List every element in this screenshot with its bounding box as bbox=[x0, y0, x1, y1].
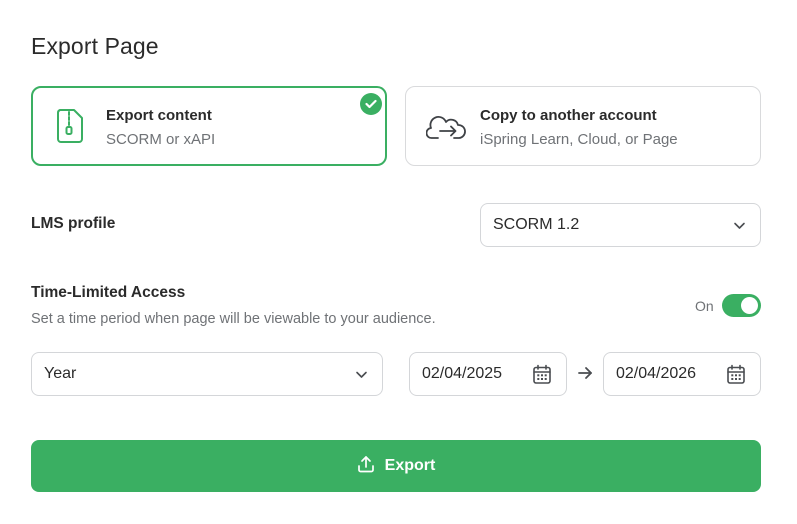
export-page-dialog: Export Page Export content SCORM or xAPI bbox=[0, 0, 797, 524]
option-title: Copy to another account bbox=[480, 107, 657, 124]
calendar-icon[interactable] bbox=[532, 364, 552, 390]
end-date-value: 02/04/2026 bbox=[616, 365, 697, 382]
time-limited-access-title: Time-Limited Access bbox=[31, 284, 186, 301]
upload-icon bbox=[357, 455, 375, 478]
copy-to-account-option[interactable]: Copy to another account iSpring Learn, C… bbox=[405, 86, 761, 166]
export-content-option[interactable]: Export content SCORM or xAPI bbox=[31, 86, 387, 166]
period-select[interactable]: Year bbox=[31, 352, 383, 396]
start-date-input[interactable]: 02/04/2025 bbox=[409, 352, 567, 396]
check-icon bbox=[360, 93, 382, 115]
chevron-down-icon bbox=[355, 368, 368, 386]
zip-file-icon bbox=[55, 108, 85, 149]
calendar-icon[interactable] bbox=[726, 364, 746, 390]
chevron-down-icon bbox=[733, 219, 746, 237]
option-subtitle: SCORM or xAPI bbox=[106, 131, 216, 148]
cloud-transfer-icon bbox=[425, 113, 466, 146]
page-title: Export Page bbox=[31, 33, 159, 59]
lms-profile-select[interactable]: SCORM 1.2 bbox=[480, 203, 761, 247]
period-value: Year bbox=[44, 365, 77, 382]
end-date-input[interactable]: 02/04/2026 bbox=[603, 352, 761, 396]
lms-profile-value: SCORM 1.2 bbox=[493, 216, 580, 233]
time-limited-access-toggle[interactable] bbox=[722, 294, 761, 317]
start-date-value: 02/04/2025 bbox=[422, 365, 503, 382]
export-button[interactable]: Export bbox=[31, 440, 761, 492]
time-limited-access-description: Set a time period when page will be view… bbox=[31, 311, 436, 327]
option-title: Export content bbox=[106, 107, 212, 124]
arrow-right-icon bbox=[577, 366, 593, 385]
option-subtitle: iSpring Learn, Cloud, or Page bbox=[480, 131, 678, 148]
toggle-state-label: On bbox=[695, 298, 714, 314]
toggle-knob bbox=[741, 297, 758, 314]
export-button-label: Export bbox=[384, 457, 436, 474]
lms-profile-label: LMS profile bbox=[31, 215, 116, 232]
